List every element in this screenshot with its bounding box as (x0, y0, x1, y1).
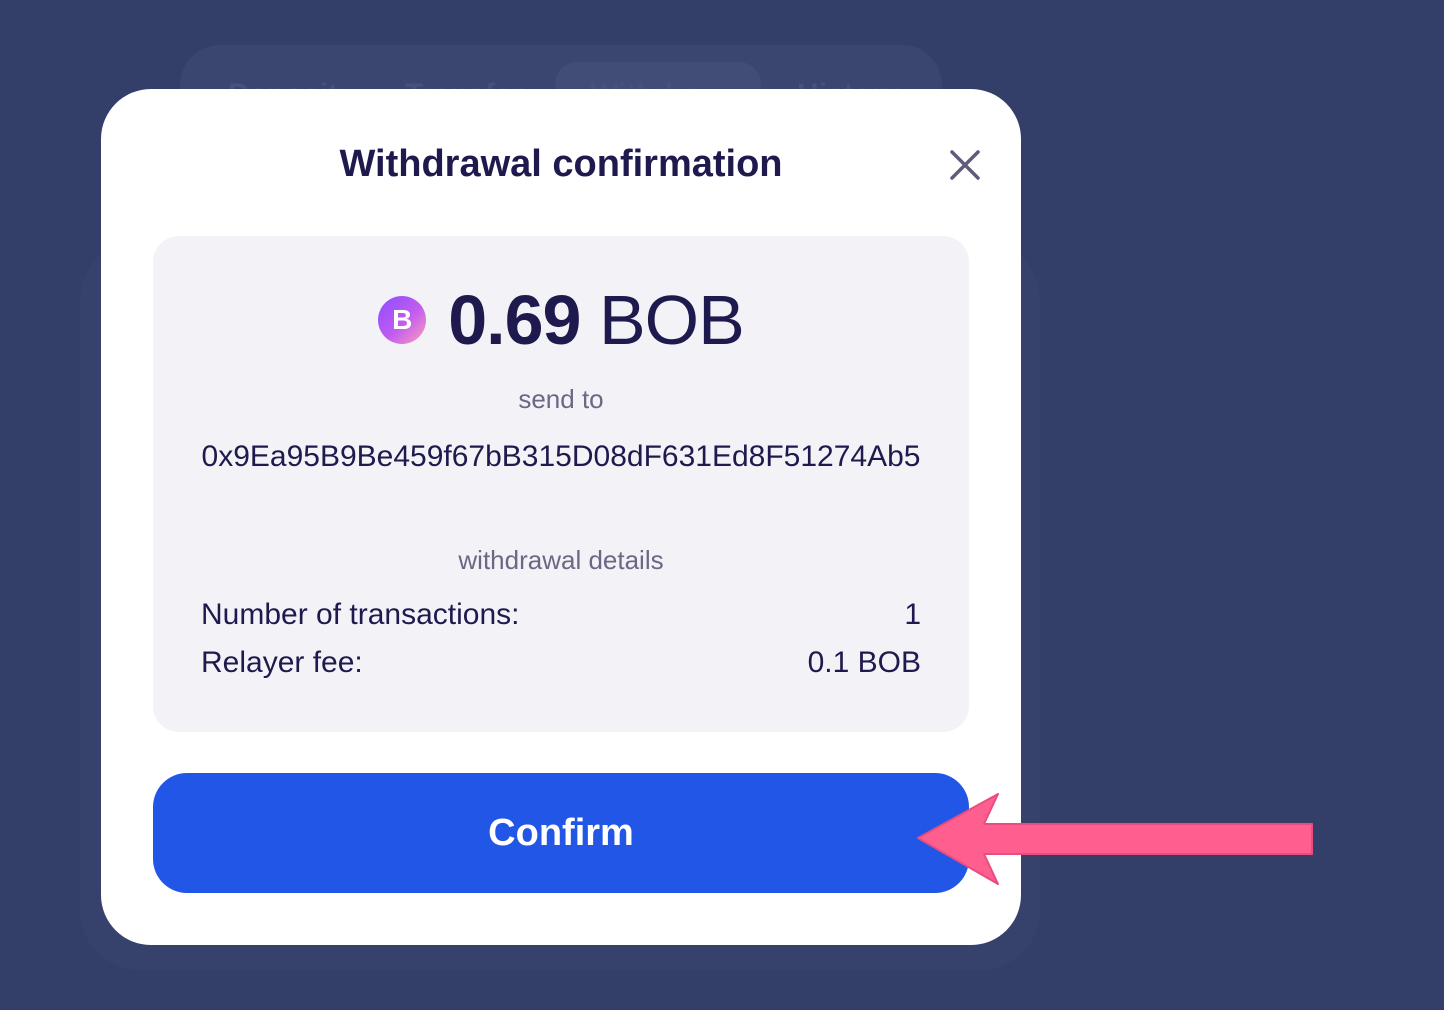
confirm-button[interactable]: Confirm (153, 773, 969, 893)
close-icon (950, 150, 980, 180)
withdrawal-amount: 0.69 BOB (448, 280, 745, 360)
annotation-arrow-icon (917, 793, 1313, 885)
detail-value: 0.1 BOB (807, 646, 921, 679)
amount-row: B 0.69 BOB (153, 278, 969, 362)
withdrawal-details-label: withdrawal details (458, 545, 664, 575)
recipient-address: 0x9Ea95B9Be459f67bB315D08dF631Ed8F51274A… (201, 440, 921, 473)
detail-label: Number of transactions: (201, 598, 520, 631)
bob-token-icon: B (378, 296, 427, 344)
detail-row-relayer-fee: Relayer fee: 0.1 BOB (201, 646, 921, 680)
send-to-label: send to (518, 384, 604, 414)
detail-row-transactions: Number of transactions: 1 (201, 598, 921, 632)
amount-value: 0.69 (448, 281, 581, 359)
amount-unit: BOB (598, 281, 745, 359)
detail-value: 1 (904, 598, 921, 631)
detail-label: Relayer fee: (201, 646, 363, 679)
close-button[interactable] (944, 144, 986, 186)
